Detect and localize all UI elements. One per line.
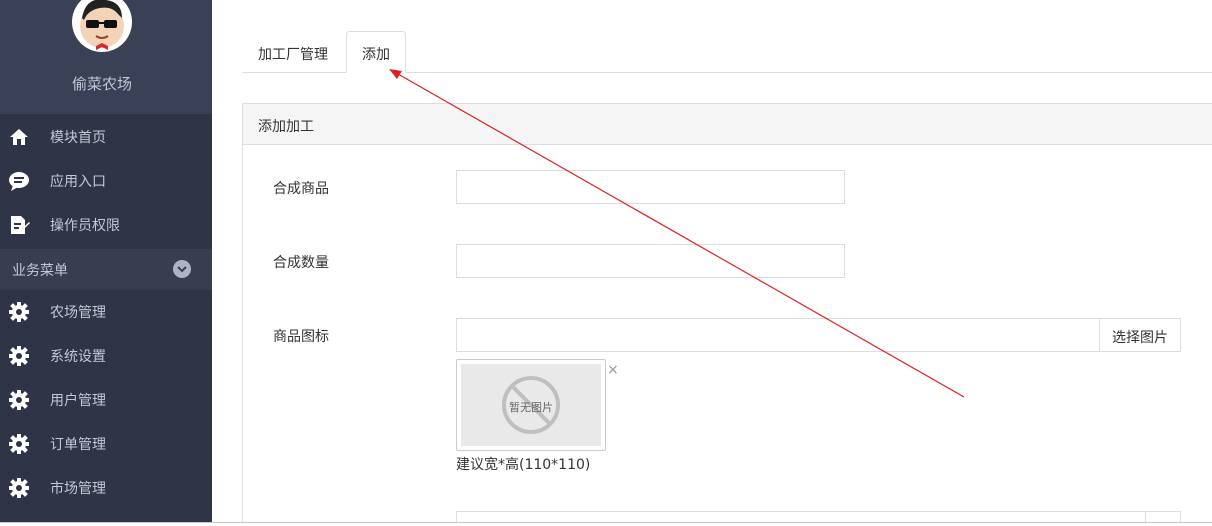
app-root: 偷菜农场 模块首页 应用入口 操作员权限 业务菜单 农场管理 系统设置 用户管理… (0, 0, 1212, 526)
gear-icon (8, 433, 30, 455)
panel-title: 添加加工 (258, 119, 314, 135)
sidebar-item-farm[interactable]: 农场管理 (0, 289, 212, 333)
gear-icon (8, 477, 30, 499)
avatar[interactable] (72, 0, 132, 52)
no-image-placeholder: 暂无图片 (461, 364, 601, 446)
sidebar-item-label: 订单管理 (50, 437, 106, 453)
business-menu-label: 业务菜单 (12, 263, 68, 279)
bottom-divider (0, 522, 1212, 526)
brand-area: 偷菜农场 (0, 0, 212, 114)
brand-name: 偷菜农场 (71, 75, 132, 93)
sidebar-item-label: 应用入口 (50, 174, 106, 190)
sidebar-item-label: 操作员权限 (50, 218, 120, 234)
product-label: 合成商品 (273, 181, 329, 197)
image-path-input[interactable] (456, 318, 1100, 352)
sidebar-item-label: 市场管理 (50, 481, 106, 497)
select-image-button[interactable]: 选择图片 (1099, 318, 1181, 352)
remove-image-icon[interactable]: × (607, 362, 619, 378)
sidebar-item-app-entry[interactable]: 应用入口 (0, 158, 212, 202)
sidebar-item-label: 模块首页 (50, 130, 106, 146)
tab-factory-management[interactable]: 加工厂管理 (245, 31, 345, 73)
sidebar-item-label: 系统设置 (50, 349, 106, 365)
document-edit-icon (8, 214, 30, 236)
sidebar-item-home[interactable]: 模块首页 (0, 114, 212, 158)
product-input[interactable] (456, 170, 845, 204)
sidebar-item-system-settings[interactable]: 系统设置 (0, 333, 212, 377)
business-menu-header[interactable]: 业务菜单 (0, 249, 212, 290)
sidebar-item-users[interactable]: 用户管理 (0, 377, 212, 421)
image-preview: 暂无图片 (456, 359, 606, 451)
sidebar-item-market[interactable]: 市场管理 (0, 465, 212, 509)
size-hint: 建议宽*高(110*110) (456, 457, 591, 473)
sidebar-item-operator-permissions[interactable]: 操作员权限 (0, 202, 212, 246)
quantity-label: 合成数量 (273, 255, 329, 271)
sidebar-item-label: 农场管理 (50, 305, 106, 321)
add-panel: 添加加工 (242, 103, 1212, 526)
quantity-input[interactable] (456, 244, 845, 278)
sidebar: 偷菜农场 模块首页 应用入口 操作员权限 业务菜单 农场管理 系统设置 用户管理… (0, 0, 212, 526)
gear-icon (8, 389, 30, 411)
no-image-text: 暂无图片 (509, 401, 553, 414)
gear-icon (8, 345, 30, 367)
chevron-down-icon[interactable] (173, 260, 191, 278)
sidebar-item-orders[interactable]: 订单管理 (0, 421, 212, 465)
chat-bubble-icon (8, 170, 30, 192)
home-icon (8, 126, 30, 148)
sidebar-item-label: 用户管理 (50, 393, 106, 409)
tab-add[interactable]: 添加 (346, 31, 406, 73)
gear-icon (8, 301, 30, 323)
product-icon-label: 商品图标 (273, 329, 329, 345)
panel-header: 添加加工 (243, 104, 1212, 145)
